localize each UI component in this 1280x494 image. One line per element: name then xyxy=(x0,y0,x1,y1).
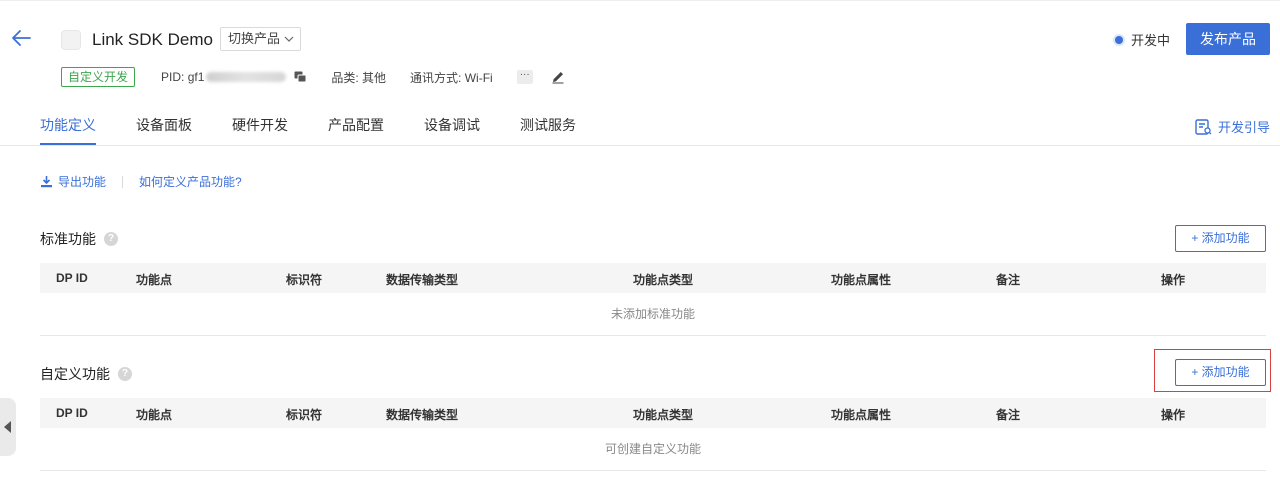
switch-product-dropdown[interactable]: 切换产品 xyxy=(220,27,302,51)
col-identifier: 标识符 xyxy=(286,273,323,287)
pid-label: PID: gf1 xyxy=(161,70,205,84)
action-separator xyxy=(122,175,124,188)
tab-product-config[interactable]: 产品配置 xyxy=(328,115,384,145)
tab-function-definition[interactable]: 功能定义 xyxy=(40,115,96,145)
tab-test-service[interactable]: 测试服务 xyxy=(520,115,576,145)
product-meta: 自定义开发 PID: gf1 品类: 其他 通讯方式: Wi-Fi ··· xyxy=(61,66,565,88)
col-function-type: 功能点类型 xyxy=(633,408,694,422)
col-operation: 操作 xyxy=(1161,408,1186,422)
custom-table-header: DP ID 功能点 标识符 数据传输类型 功能点类型 功能点属性 备注 操作 xyxy=(40,398,1266,428)
product-name: Link SDK Demo xyxy=(92,30,213,49)
help-icon[interactable]: ? xyxy=(118,367,132,381)
copy-icon[interactable] xyxy=(294,71,307,83)
sidebar-toggle[interactable] xyxy=(0,398,16,456)
add-standard-function-button[interactable]: + 添加功能 xyxy=(1175,225,1266,252)
status-dot xyxy=(1114,35,1123,44)
function-actions: 导出功能 如何定义产品功能? xyxy=(40,173,242,190)
top-border xyxy=(0,0,1280,1)
status-label: 开发中 xyxy=(1130,33,1170,48)
custom-functions-title: 自定义功能 ? xyxy=(40,364,132,384)
col-identifier: 标识符 xyxy=(286,408,323,422)
standard-title-label: 标准功能 xyxy=(40,231,96,247)
export-functions-link[interactable]: 导出功能 xyxy=(40,173,106,190)
standard-empty-row: 未添加标准功能 xyxy=(40,293,1266,336)
tab-device-panel[interactable]: 设备面板 xyxy=(136,115,192,145)
product-tabs: 功能定义 设备面板 硬件开发 产品配置 设备调试 测试服务 xyxy=(40,115,616,145)
category: 品类: 其他 xyxy=(331,70,387,85)
switch-product-label: 切换产品 xyxy=(228,31,281,46)
col-remark: 备注 xyxy=(996,408,1021,422)
howto-define-link[interactable]: 如何定义产品功能? xyxy=(139,173,242,190)
col-data-type: 数据传输类型 xyxy=(386,408,459,422)
col-function-point: 功能点 xyxy=(136,273,173,287)
guide-icon xyxy=(1195,118,1212,135)
col-dp-id: DP ID xyxy=(56,406,88,420)
product-icon xyxy=(61,30,81,50)
comm-method: 通讯方式: Wi-Fi xyxy=(410,70,493,85)
guide-label: 开发引导 xyxy=(1217,120,1270,135)
tab-divider xyxy=(0,145,1280,146)
standard-functions-title: 标准功能 ? xyxy=(40,229,118,249)
edit-icon[interactable] xyxy=(551,70,565,84)
chevron-down-icon xyxy=(284,36,294,42)
custom-dev-badge: 自定义开发 xyxy=(61,67,136,87)
standard-table-header: DP ID 功能点 标识符 数据传输类型 功能点类型 功能点属性 备注 操作 xyxy=(40,263,1266,293)
pid: PID: gf1 xyxy=(161,70,307,84)
col-data-type: 数据传输类型 xyxy=(386,273,459,287)
col-remark: 备注 xyxy=(996,273,1021,287)
custom-empty-row: 可创建自定义功能 xyxy=(40,428,1266,471)
dev-guide-link[interactable]: 开发引导 xyxy=(1195,117,1270,136)
download-icon xyxy=(41,176,52,188)
tab-hardware-dev[interactable]: 硬件开发 xyxy=(232,115,288,145)
export-label: 导出功能 xyxy=(58,175,107,189)
add-custom-function-button[interactable]: + 添加功能 xyxy=(1175,359,1266,386)
pid-redacted xyxy=(206,72,287,82)
col-operation: 操作 xyxy=(1161,273,1186,287)
back-arrow-icon[interactable] xyxy=(10,28,32,48)
col-function-point: 功能点 xyxy=(136,408,173,422)
custom-title-label: 自定义功能 xyxy=(40,366,110,382)
tab-device-debug[interactable]: 设备调试 xyxy=(424,115,480,145)
col-function-type: 功能点类型 xyxy=(633,273,694,287)
help-icon[interactable]: ? xyxy=(104,232,118,246)
dev-status: 开发中 xyxy=(1114,30,1170,49)
col-dp-id: DP ID xyxy=(56,271,88,285)
col-function-attr: 功能点属性 xyxy=(831,273,892,287)
col-function-attr: 功能点属性 xyxy=(831,408,892,422)
publish-product-button[interactable]: 发布产品 xyxy=(1186,23,1270,55)
more-button[interactable]: ··· xyxy=(516,70,533,84)
